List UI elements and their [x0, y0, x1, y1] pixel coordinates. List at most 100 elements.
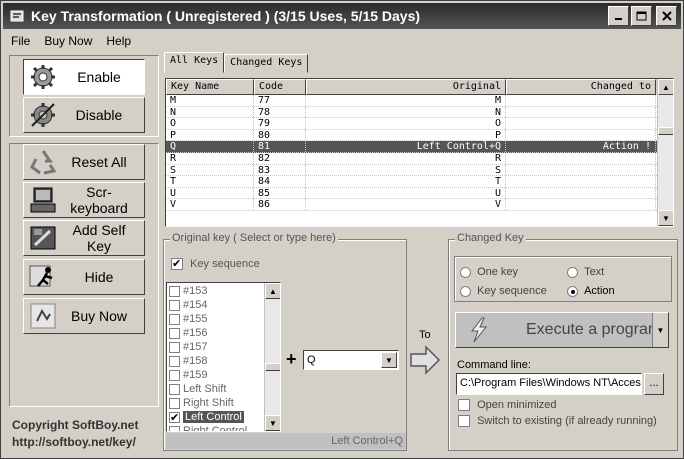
scroll-thumb[interactable] [658, 127, 673, 135]
cell-code: 86 [254, 199, 306, 210]
list-item-label: #155 [183, 313, 208, 325]
title-bar[interactable]: Key Transformation ( Unregistered ) (3/1… [3, 3, 681, 29]
switch-existing-checkbox[interactable] [458, 415, 470, 428]
left-panel: Enable Disable Reset All Scr-keyboard Ad… [9, 55, 159, 453]
column-key-name[interactable]: Key Name [166, 79, 254, 95]
cell-original: N [306, 106, 506, 118]
modifier-list[interactable]: #153 #154 #155 #156 #157 #158 #159 Left Shift Ri… [166, 282, 281, 432]
website-link[interactable]: http://softboy.net/key/ [12, 434, 138, 451]
list-item-checkbox[interactable] [169, 425, 180, 431]
list-item-checkbox[interactable] [169, 397, 180, 409]
open-minimized-toggle[interactable]: Open minimized [458, 399, 557, 412]
table-row[interactable]: N 78 N [166, 106, 673, 119]
tab-changed-keys[interactable]: Changed Keys [224, 54, 309, 73]
list-scroll-thumb[interactable] [265, 363, 280, 371]
list-item-checkbox[interactable] [169, 341, 180, 353]
key-select[interactable]: Q ▼ [303, 350, 399, 370]
list-item-checkbox[interactable] [169, 411, 180, 425]
menu-file[interactable]: File [3, 34, 36, 48]
main-window: Key Transformation ( Unregistered ) (3/1… [0, 0, 684, 459]
list-item-label: #153 [183, 285, 208, 297]
hide-button[interactable]: Hide [23, 259, 145, 295]
table-row[interactable]: S 83 S [166, 164, 673, 177]
minimize-button[interactable] [608, 6, 629, 26]
tab-all-keys[interactable]: All Keys [164, 52, 225, 73]
browse-button[interactable]: ... [644, 373, 664, 395]
list-item-checkbox[interactable] [169, 299, 180, 311]
list-item-checkbox[interactable] [169, 383, 180, 395]
enable-button[interactable]: Enable [23, 59, 145, 95]
key-sequence-radio[interactable] [460, 285, 471, 297]
cell-changed-to [506, 118, 656, 129]
cell-original: U [306, 187, 506, 199]
table-row[interactable]: T 84 T [166, 176, 673, 188]
list-item-label: Left Shift [183, 383, 227, 395]
buy-now-button[interactable]: Buy Now [23, 298, 145, 334]
table-row[interactable]: R 82 R [166, 152, 673, 165]
cell-key-name: P [166, 129, 254, 141]
table-scrollbar[interactable]: ▲ ▼ [657, 79, 673, 226]
chevron-down-icon[interactable]: ▼ [381, 352, 397, 368]
cell-key-name: S [166, 164, 254, 176]
list-item-checkbox[interactable] [169, 369, 180, 381]
table-row[interactable]: O 79 O [166, 118, 673, 130]
column-original[interactable]: Original [306, 79, 506, 95]
open-minimized-checkbox[interactable] [458, 399, 470, 412]
option-key-sequence[interactable]: Key sequence [460, 285, 547, 297]
option-one-key[interactable]: One key [460, 266, 518, 278]
command-line-input[interactable]: C:\Program Files\Windows NT\Accessories\ [456, 373, 642, 395]
action-radio[interactable] [567, 285, 578, 297]
menu-bar: File Buy Now Help [3, 31, 137, 51]
key-sequence-toggle[interactable]: Key sequence [171, 257, 260, 271]
switch-existing-toggle[interactable]: Switch to existing (if already running) [458, 415, 657, 428]
table-row[interactable]: V 86 V [166, 199, 673, 211]
list-scroll-up-button[interactable]: ▲ [265, 283, 280, 299]
cell-key-name: Q [166, 141, 254, 152]
menu-buy-now[interactable]: Buy Now [36, 34, 98, 48]
modifier-list-scrollbar[interactable]: ▲ ▼ [264, 283, 280, 431]
scr-keyboard-label: Scr-keyboard [70, 184, 128, 216]
cell-key-name: V [166, 199, 254, 210]
list-item-label: Right Shift [183, 397, 234, 409]
cell-code: 79 [254, 118, 306, 129]
cell-changed-to [506, 106, 656, 118]
scroll-up-button[interactable]: ▲ [658, 79, 673, 95]
chevron-down-icon[interactable]: ▼ [652, 313, 668, 347]
maximize-button[interactable] [631, 6, 652, 26]
action-select[interactable]: Execute a program ▼ [455, 312, 669, 348]
cell-original: O [306, 118, 506, 129]
one-key-radio[interactable] [460, 266, 471, 278]
scroll-down-button[interactable]: ▼ [658, 210, 673, 226]
list-item-checkbox[interactable] [169, 327, 180, 339]
table-row[interactable]: M 77 M [166, 95, 673, 107]
close-button[interactable] [656, 6, 677, 26]
table-row[interactable]: U 85 U [166, 187, 673, 200]
scr-keyboard-button[interactable]: Scr-keyboard [23, 182, 145, 218]
cell-original: P [306, 129, 506, 141]
column-changed-to[interactable]: Changed to [506, 79, 656, 95]
text-radio[interactable] [567, 266, 578, 278]
disable-button[interactable]: Disable [23, 97, 145, 133]
cell-key-name: M [166, 95, 254, 106]
column-code[interactable]: Code [254, 79, 306, 95]
option-action[interactable]: Action [567, 285, 615, 297]
key-sequence-checkbox[interactable] [171, 257, 183, 271]
key-sequence-label: Key sequence [190, 258, 260, 270]
menu-help[interactable]: Help [98, 34, 137, 48]
add-self-key-button[interactable]: Add Self Key [23, 220, 145, 256]
reset-all-button[interactable]: Reset All [23, 144, 145, 180]
list-item-checkbox[interactable] [169, 313, 180, 325]
list-item-checkbox[interactable] [169, 355, 180, 367]
option-text[interactable]: Text [567, 266, 604, 278]
add-key-icon [30, 226, 56, 250]
close-icon [661, 11, 672, 21]
cell-changed-to [506, 187, 656, 199]
one-key-label: One key [477, 266, 519, 278]
list-scroll-down-button[interactable]: ▼ [265, 415, 280, 431]
table-row[interactable]: Q 81 Left Control+Q Action ! [166, 141, 673, 153]
cell-key-name: R [166, 152, 254, 164]
arrow-up-icon: ▲ [662, 82, 670, 92]
list-item-checkbox[interactable] [169, 285, 180, 297]
cell-key-name: N [166, 106, 254, 118]
table-row[interactable]: P 80 P [166, 129, 673, 142]
